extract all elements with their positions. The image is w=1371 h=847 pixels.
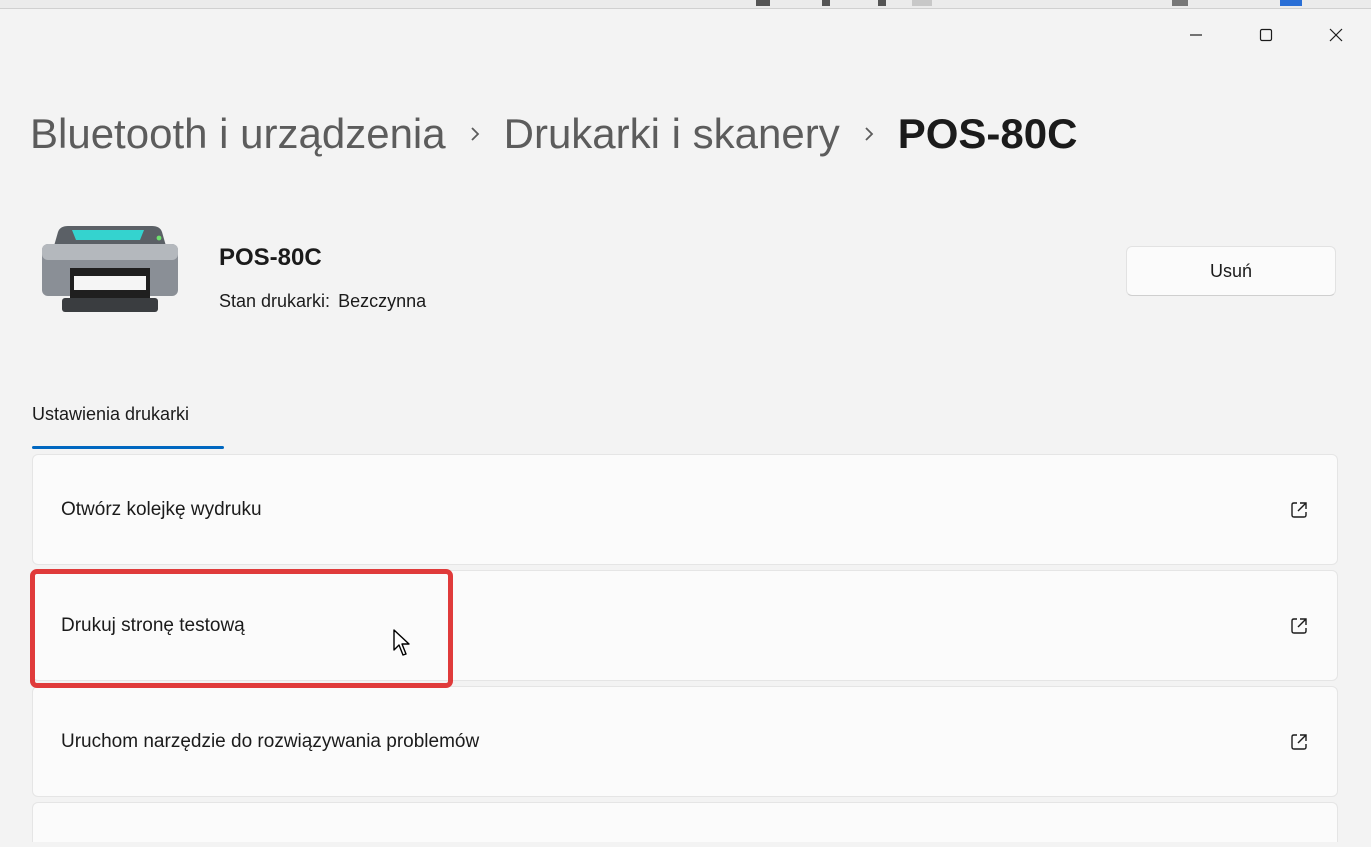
breadcrumb-current: POS-80C: [897, 110, 1078, 157]
breadcrumb: Bluetooth i urządzenia Drukarki i skaner…: [30, 104, 1077, 164]
list-item-label: Uruchom narzędzie do rozwiązywania probl…: [61, 730, 480, 752]
strip-fragment: [878, 0, 886, 6]
strip-fragment: [912, 0, 932, 6]
chevron-right-icon: [862, 125, 876, 143]
tab-printer-settings[interactable]: Ustawienia drukarki: [32, 404, 189, 425]
status-label: Stan drukarki:: [219, 291, 331, 311]
top-window-strip: [0, 0, 1371, 9]
list-item-open-queue[interactable]: Otwórz kolejkę wydruku: [32, 454, 1338, 565]
open-external-icon: [1289, 616, 1309, 636]
list-item-label: Otwórz kolejkę wydruku: [61, 498, 262, 520]
close-icon: [1329, 28, 1343, 42]
open-external-icon: [1289, 732, 1309, 752]
chevron-right-icon: [468, 125, 482, 143]
tab-selected-indicator: [32, 446, 224, 449]
breadcrumb-item-bluetooth[interactable]: Bluetooth i urządzenia: [30, 104, 446, 164]
strip-fragment: [1172, 0, 1188, 6]
breadcrumb-item-printers[interactable]: Drukarki i skanery: [504, 104, 840, 164]
list-item-troubleshooter[interactable]: Uruchom narzędzie do rozwiązywania probl…: [32, 686, 1338, 797]
status-value: Bezczynna: [338, 291, 427, 311]
list-item-print-test-page[interactable]: Drukuj stronę testową: [32, 570, 1338, 681]
device-status: Stan drukarki: Bezczynna: [219, 291, 426, 312]
remove-button[interactable]: Usuń: [1126, 246, 1336, 296]
open-external-icon: [1289, 500, 1309, 520]
device-name: POS-80C: [219, 244, 322, 271]
maximize-icon: [1259, 28, 1273, 42]
printer-icon: [40, 224, 180, 321]
minimize-button[interactable]: [1161, 12, 1231, 58]
mouse-cursor-icon: [392, 628, 414, 663]
list-item-partial[interactable]: [32, 802, 1338, 842]
window-controls: [1161, 12, 1371, 58]
list-item-label: Drukuj stronę testową: [61, 614, 245, 636]
close-button[interactable]: [1301, 12, 1371, 58]
maximize-button[interactable]: [1231, 12, 1301, 58]
minimize-icon: [1190, 34, 1202, 36]
strip-fragment: [1280, 0, 1302, 6]
strip-fragment: [822, 0, 830, 6]
strip-fragment: [756, 0, 770, 6]
settings-list: Otwórz kolejkę wydruku Drukuj stronę tes…: [32, 454, 1338, 847]
